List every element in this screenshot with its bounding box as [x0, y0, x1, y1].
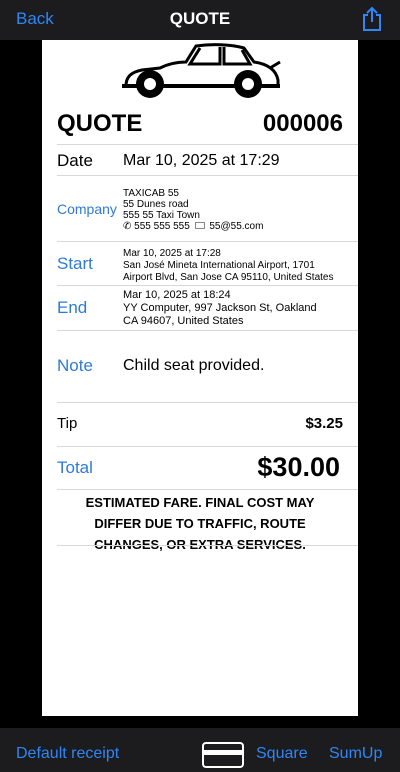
page-title: QUOTE: [169, 9, 231, 28]
company-phone: 555 555 555: [134, 221, 190, 232]
divider: [57, 330, 358, 331]
start-address-2: Airport Blvd, San Jose CA 95110, United …: [123, 272, 334, 283]
sumup-button[interactable]: SumUp: [329, 745, 382, 763]
divider: [57, 285, 358, 286]
company-address-2: 555 55 Taxi Town: [123, 210, 200, 221]
end-label[interactable]: End: [57, 298, 87, 318]
company-label[interactable]: Company: [57, 201, 117, 217]
total-label[interactable]: Total: [57, 458, 93, 478]
divider: [57, 489, 358, 490]
receipt-paper: QUOTE 000006 Date Mar 10, 2025 at 17:29 …: [42, 40, 358, 716]
quote-number: 000006: [262, 110, 343, 137]
company-details: TAXICAB 55 55 Dunes road 555 55 Taxi Tow…: [123, 188, 263, 232]
divider: [57, 402, 358, 403]
divider: [57, 545, 358, 546]
divider: [57, 241, 358, 242]
end-details: Mar 10, 2025 at 18:24 YY Computer, 997 J…: [123, 289, 317, 328]
default-receipt-button[interactable]: Default receipt: [16, 745, 119, 763]
company-name: TAXICAB 55: [123, 188, 179, 199]
start-address-1: San José Mineta International Airport, 1…: [123, 260, 315, 271]
mail-icon: [194, 221, 205, 229]
quote-header: QUOTE 000006: [57, 110, 343, 140]
end-address-1: YY Computer, 997 Jackson St, Oakland: [123, 302, 317, 314]
share-icon[interactable]: [361, 6, 383, 32]
company-email: 55@55.com: [209, 221, 264, 232]
divider: [57, 144, 358, 145]
divider: [57, 446, 358, 447]
tip-label: Tip: [57, 415, 78, 432]
company-contact: ✆ 555 555 555 55@55.com: [123, 221, 263, 232]
square-button[interactable]: Square: [256, 745, 308, 763]
phone-icon: ✆: [123, 221, 132, 232]
company-address-1: 55 Dunes road: [123, 199, 189, 210]
divider: [57, 175, 358, 176]
bottom-toolbar: Default receipt Square SumUp: [0, 728, 400, 772]
note-value: Child seat provided.: [123, 357, 265, 374]
tip-value: $3.25: [305, 415, 343, 432]
total-value: $30.00: [257, 452, 340, 482]
navigation-bar: Back QUOTE: [0, 0, 400, 40]
start-label[interactable]: Start: [57, 254, 93, 274]
note-label[interactable]: Note: [57, 356, 93, 376]
disclaimer-line-1: ESTIMATED FARE. FINAL COST MAY: [85, 495, 315, 510]
date-label: Date: [57, 151, 93, 170]
start-details: Mar 10, 2025 at 17:28 San José Mineta In…: [123, 248, 334, 284]
classic-car-logo: [122, 43, 281, 98]
date-value: Mar 10, 2025 at 17:29: [123, 152, 280, 169]
disclaimer-line-2: DIFFER DUE TO TRAFFIC, ROUTE: [94, 516, 306, 531]
quote-heading: QUOTE: [57, 110, 143, 137]
end-time: Mar 10, 2025 at 18:24: [123, 289, 231, 301]
end-address-2: CA 94607, United States: [123, 315, 244, 327]
credit-card-icon[interactable]: [202, 742, 244, 768]
card-stripe: [204, 750, 242, 755]
start-time: Mar 10, 2025 at 17:28: [123, 248, 221, 259]
